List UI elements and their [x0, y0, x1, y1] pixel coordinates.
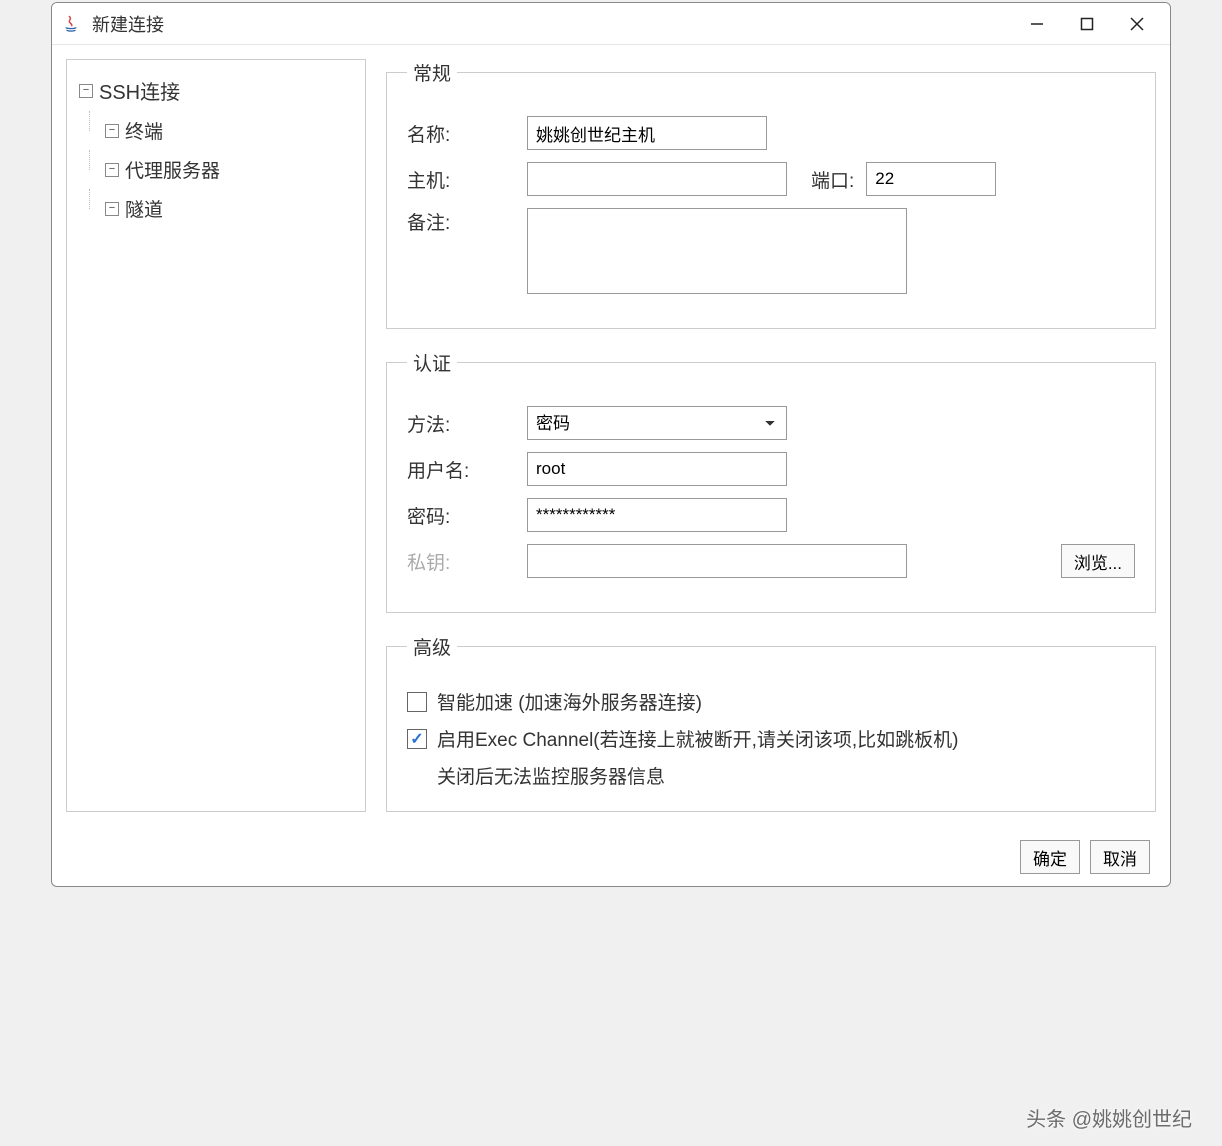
titlebar: 新建连接 — [52, 3, 1170, 45]
dialog-window: 新建连接 − SSH连接 − 终端 − 代理服务器 − — [51, 2, 1171, 887]
smart-accel-checkbox[interactable]: 智能加速 (加速海外服务器连接) — [407, 688, 1135, 715]
close-button[interactable] — [1112, 4, 1162, 44]
checkbox-icon — [407, 692, 427, 712]
tree-root-ssh[interactable]: − SSH连接 — [75, 70, 357, 111]
exec-channel-note: 关闭后无法监控服务器信息 — [437, 762, 1135, 789]
close-icon — [1130, 17, 1144, 31]
remark-input[interactable] — [527, 208, 907, 294]
cancel-button[interactable]: 取消 — [1090, 840, 1150, 874]
maximize-button[interactable] — [1062, 4, 1112, 44]
auth-group: 认证 方法: 密码 用户名: 密码: 私钥: — [386, 349, 1156, 613]
username-label: 用户名: — [407, 456, 527, 483]
general-group: 常规 名称: 主机: 端口: 备注: — [386, 59, 1156, 329]
auth-legend: 认证 — [407, 349, 457, 376]
advanced-group: 高级 智能加速 (加速海外服务器连接) 启用Exec Channel(若连接上就… — [386, 633, 1156, 812]
method-select[interactable]: 密码 — [527, 406, 787, 440]
tree-item-label: 终端 — [125, 117, 163, 144]
host-input[interactable] — [527, 162, 787, 196]
remark-label: 备注: — [407, 208, 527, 235]
sidebar-tree: − SSH连接 − 终端 − 代理服务器 − 隧道 — [66, 59, 366, 812]
collapse-icon[interactable]: − — [105, 124, 119, 138]
name-label: 名称: — [407, 120, 527, 147]
ok-button[interactable]: 确定 — [1020, 840, 1080, 874]
general-legend: 常规 — [407, 59, 457, 86]
password-input[interactable] — [527, 498, 787, 532]
username-input[interactable] — [527, 452, 787, 486]
tree-item-tunnel[interactable]: − 隧道 — [101, 189, 357, 228]
exec-channel-checkbox[interactable]: 启用Exec Channel(若连接上就被断开,请关闭该项,比如跳板机) — [407, 725, 1135, 752]
watermark-text: 头条 @姚姚创世纪 — [1026, 1103, 1192, 1132]
minimize-button[interactable] — [1012, 4, 1062, 44]
collapse-icon[interactable]: − — [105, 202, 119, 216]
browse-button[interactable]: 浏览... — [1061, 544, 1135, 578]
tree-root-label: SSH连接 — [99, 76, 180, 105]
name-input[interactable] — [527, 116, 767, 150]
tree-item-proxy[interactable]: − 代理服务器 — [101, 150, 357, 189]
exec-channel-label: 启用Exec Channel(若连接上就被断开,请关闭该项,比如跳板机) — [437, 725, 959, 752]
main-panel: 常规 名称: 主机: 端口: 备注: 认证 — [386, 59, 1156, 812]
privkey-input[interactable] — [527, 544, 907, 578]
minimize-icon — [1030, 17, 1044, 31]
maximize-icon — [1080, 17, 1094, 31]
tree-item-terminal[interactable]: − 终端 — [101, 111, 357, 150]
window-title: 新建连接 — [92, 11, 164, 37]
smart-accel-label: 智能加速 (加速海外服务器连接) — [437, 688, 702, 715]
port-input[interactable] — [866, 162, 996, 196]
privkey-label: 私钥: — [407, 548, 527, 575]
collapse-icon[interactable]: − — [105, 163, 119, 177]
method-label: 方法: — [407, 410, 527, 437]
java-icon — [60, 13, 82, 35]
tree-item-label: 隧道 — [125, 195, 163, 222]
advanced-legend: 高级 — [407, 633, 457, 660]
dialog-footer: 确定 取消 — [52, 828, 1170, 886]
collapse-icon[interactable]: − — [79, 84, 93, 98]
port-label: 端口: — [811, 166, 854, 193]
password-label: 密码: — [407, 502, 527, 529]
tree-item-label: 代理服务器 — [125, 156, 220, 183]
host-label: 主机: — [407, 166, 527, 193]
checkbox-checked-icon — [407, 729, 427, 749]
